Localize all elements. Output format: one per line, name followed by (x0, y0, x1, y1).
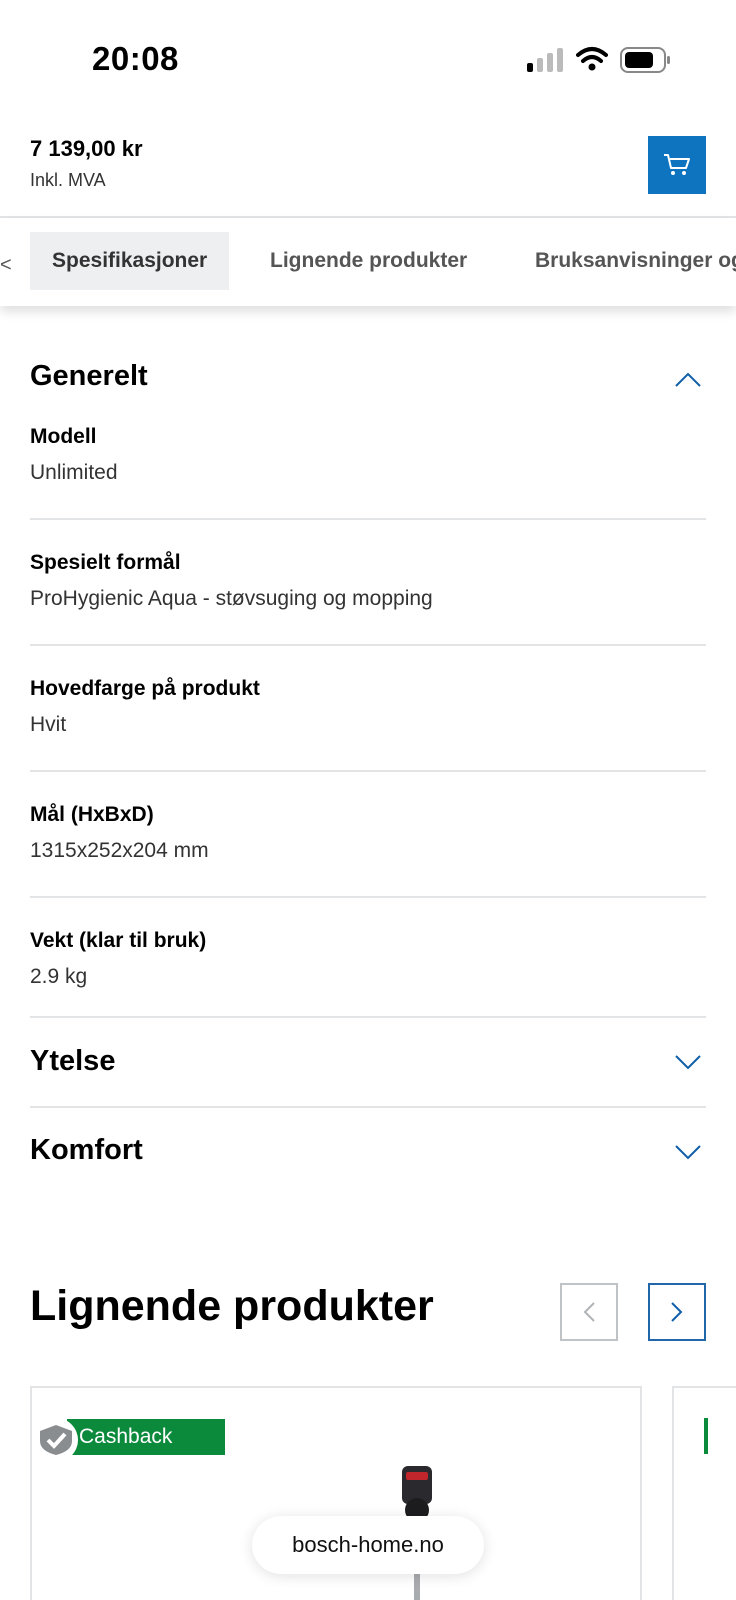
divider (30, 770, 706, 772)
spec-label: Modell (30, 425, 97, 448)
chevron-right-icon (671, 1302, 683, 1322)
battery-icon (620, 47, 670, 73)
product-price: 7 139,00 kr (30, 136, 143, 161)
cart-icon (664, 154, 690, 175)
add-to-cart-button[interactable] (648, 136, 706, 194)
divider (30, 518, 706, 520)
divider (30, 644, 706, 646)
spec-label: Vekt (klar til bruk) (30, 929, 207, 952)
similar-products-title: Lignende produkter (30, 1282, 434, 1330)
cashback-badge-edge (704, 1418, 708, 1454)
chevron-up-icon[interactable] (674, 370, 702, 388)
section-generelt-title[interactable]: Generelt (30, 360, 148, 393)
spec-label: Mål (HxBxD) (30, 803, 154, 826)
spec-label: Spesielt formål (30, 551, 181, 574)
status-bar: 20:08 (0, 0, 736, 110)
tab-spesifikasjoner[interactable]: Spesifikasjoner (30, 232, 230, 290)
cellular-signal-icon (527, 48, 563, 72)
spec-value: Unlimited (30, 461, 118, 484)
spec-item: Hovedfarge på produkt Hvit (30, 677, 706, 737)
chevron-left-icon (583, 1302, 595, 1322)
status-time: 20:08 (92, 40, 179, 77)
spec-item: Modell Unlimited (30, 425, 706, 485)
chevron-down-icon[interactable] (674, 1054, 702, 1072)
spec-item: Spesielt formål ProHygienic Aqua - støvs… (30, 551, 706, 611)
spec-value: 1315x252x204 mm (30, 839, 209, 862)
divider (30, 1106, 706, 1108)
cashback-badge: Cashback (67, 1419, 225, 1455)
chevron-down-icon[interactable] (674, 1144, 702, 1162)
product-card[interactable] (672, 1386, 736, 1600)
tab-lignende-produkter[interactable]: Lignende produkter (248, 232, 489, 290)
spec-label: Hovedfarge på produkt (30, 677, 260, 700)
vat-note: Inkl. MVA (30, 170, 106, 190)
section-komfort-title[interactable]: Komfort (30, 1134, 143, 1167)
spec-item: Mål (HxBxD) 1315x252x204 mm (30, 803, 706, 863)
section-tab-bar: < Spesifikasjoner Lignende produkter Bru… (0, 218, 736, 306)
wifi-icon (576, 47, 608, 71)
verified-shield-icon (34, 1418, 78, 1462)
tab-bruksanvisninger[interactable]: Bruksanvisninger og dokumenter (513, 232, 736, 290)
divider (30, 1016, 706, 1018)
price-header: 7 139,00 kr Inkl. MVA (0, 110, 736, 218)
divider (30, 896, 706, 898)
section-ytelse-title[interactable]: Ytelse (30, 1045, 115, 1078)
carousel-next-button[interactable] (648, 1283, 706, 1341)
spec-value: 2.9 kg (30, 965, 88, 988)
spec-value: Hvit (30, 713, 67, 736)
spec-item: Vekt (klar til bruk) 2.9 kg (30, 929, 706, 989)
tab-scroll-left-indicator: < (0, 254, 12, 276)
spec-value: ProHygienic Aqua - støvsuging og mopping (30, 587, 433, 610)
browser-url-bar[interactable]: bosch-home.no (252, 1516, 484, 1574)
carousel-prev-button[interactable] (560, 1283, 618, 1341)
